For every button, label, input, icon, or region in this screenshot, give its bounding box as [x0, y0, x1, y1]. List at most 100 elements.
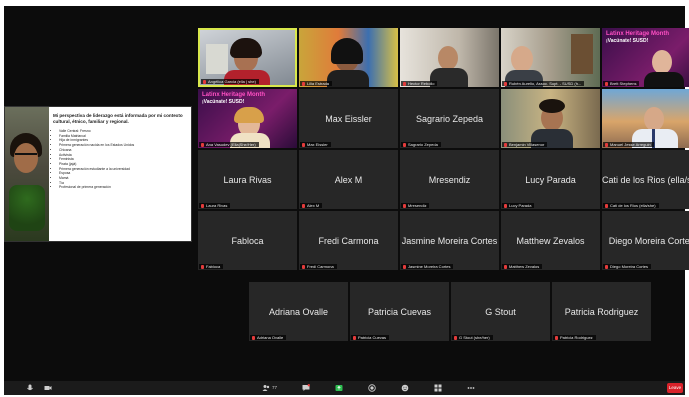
- participant-tile[interactable]: Latinx Heritage Month ¡Vacúnate! SUSD! Ana…: [198, 89, 297, 148]
- participant-tile[interactable]: Alex M Alex M: [299, 150, 398, 209]
- participant-tile[interactable]: Latinx Heritage Month ¡Vacúnate! SUSD! Bre…: [602, 28, 689, 87]
- more-icon[interactable]: [467, 384, 475, 392]
- muted-microphone-icon: [201, 265, 204, 269]
- participant-name-label: Patricia Cuevas: [351, 335, 390, 340]
- record-icon[interactable]: [368, 384, 376, 392]
- participant-name: Cati de los Rios (ella/she): [610, 203, 656, 208]
- participant-tile[interactable]: Cati de los Rios (ella/she Cati de los Ri…: [602, 150, 689, 209]
- muted-microphone-icon: [605, 265, 608, 269]
- video-banner-text: Latinx Heritage Month: [606, 31, 670, 37]
- participant-display-name: Jasmine Moreira Cortes: [401, 235, 498, 246]
- participant-display-name: Max Eissler: [325, 113, 372, 124]
- participant-name: Jasmine Moreira Cortes: [408, 264, 451, 269]
- muted-microphone-icon: [403, 265, 406, 269]
- participant-name: Brett Stephens: [610, 81, 637, 86]
- participant-name-label: Matthew Zevalos: [502, 264, 543, 269]
- muted-microphone-icon: [605, 204, 608, 208]
- participant-tile[interactable]: Hector Rebollo: [400, 28, 499, 87]
- participant-name: Rubén Aurelio, Assoc. Supt. - SUSD (h...: [509, 81, 582, 86]
- muted-microphone-icon: [504, 143, 507, 147]
- participant-name: Matthew Zevalos: [509, 264, 540, 269]
- participant-name: G Stout (she/her): [459, 335, 490, 340]
- participant-display-name: Lucy Parada: [525, 174, 576, 185]
- participant-tile[interactable]: Mresendiz Mresendiz: [400, 150, 499, 209]
- participant-name-label: Patricia Rodriguez: [553, 335, 596, 340]
- muted-microphone-icon: [302, 204, 305, 208]
- muted-microphone-icon: [605, 143, 608, 147]
- participants-icon[interactable]: [262, 384, 270, 392]
- participant-name-label: Manuel Jesse Arreguin: [603, 142, 654, 147]
- participant-name-label: Adriana Ovalle: [250, 335, 287, 340]
- shared-screen[interactable]: Mi perspectiva de liderazgo está informa…: [4, 106, 192, 242]
- participant-tile[interactable]: Jasmine Moreira Cortes Jasmine Moreira Co…: [400, 211, 499, 270]
- participant-name-label: Diego Moreira Cortes: [603, 264, 652, 269]
- zoom-meeting-window: Mi perspectiva de liderazgo está informa…: [0, 0, 689, 397]
- participant-tile[interactable]: Max Eissler Max Eissler: [299, 89, 398, 148]
- meeting-toolbar: 77 Leave: [4, 381, 685, 395]
- participant-display-name: Cati de los Rios (ella/she: [602, 174, 689, 185]
- reactions-icon[interactable]: [401, 384, 409, 392]
- participant-tile[interactable]: G Stout G Stout (she/her): [451, 282, 550, 341]
- participant-name-label: Rubén Aurelio, Assoc. Supt. - SUSD (h...: [502, 81, 585, 86]
- participant-tile[interactable]: Diego Moreira Cortes Diego Moreira Cortes: [602, 211, 689, 270]
- participant-display-name: Matthew Zevalos: [516, 235, 585, 246]
- participant-name-label: Fredi Carmona: [300, 264, 337, 269]
- participant-name-label: Angélica Garcia (ella | she): [201, 79, 259, 84]
- participant-display-name: Mresendiz: [428, 174, 471, 185]
- muted-microphone-icon: [403, 143, 406, 147]
- chat-icon[interactable]: [302, 384, 310, 392]
- participant-name-label: Cati de los Rios (ella/she): [603, 203, 659, 208]
- participant-display-name: Laura Rivas: [223, 174, 272, 185]
- participant-tile[interactable]: Sagrario Zepeda Sagrario Zepeda: [400, 89, 499, 148]
- participant-name-label: Hector Rebollo: [401, 81, 438, 86]
- participant-tile[interactable]: Angélica Garcia (ella | she): [198, 28, 297, 87]
- participant-tile[interactable]: Lucy Parada Lucy Parada: [501, 150, 600, 209]
- participant-name: Fredi Carmona: [307, 264, 334, 269]
- muted-microphone-icon: [201, 204, 204, 208]
- muted-microphone-icon: [403, 204, 406, 208]
- video-camera-icon[interactable]: [44, 384, 52, 392]
- leave-meeting-button[interactable]: Leave: [667, 383, 683, 393]
- participant-tile[interactable]: Fredi Carmona Fredi Carmona: [299, 211, 398, 270]
- participant-tile[interactable]: Rubén Aurelio, Assoc. Supt. - SUSD (h...: [501, 28, 600, 87]
- participant-display-name: G Stout: [485, 306, 516, 317]
- participant-name-label: Lilia Estrada: [300, 81, 333, 86]
- participant-display-name: Fabloca: [231, 235, 264, 246]
- muted-microphone-icon: [252, 336, 255, 340]
- apps-icon[interactable]: [434, 384, 442, 392]
- participant-name: Hector Rebollo: [408, 81, 435, 86]
- participant-tile[interactable]: Benjamin Villasenor: [501, 89, 600, 148]
- participant-display-name: Alex M: [334, 174, 363, 185]
- participant-tile[interactable]: Laura Rivas Laura Rivas: [198, 150, 297, 209]
- participant-display-name: Patricia Cuevas: [367, 306, 432, 317]
- participant-tile[interactable]: Fabloca Fabloca: [198, 211, 297, 270]
- participant-name-label: Mresendiz: [401, 203, 430, 208]
- participant-name: Laura Rivas: [206, 203, 228, 208]
- participant-name: Sagrario Zepeda: [408, 142, 438, 147]
- participant-name-label: Ana Vasudev (Ella|She/Her): [199, 142, 259, 147]
- participant-name-label: Lucy Parada: [502, 203, 535, 208]
- participant-display-name: Diego Moreira Cortes: [608, 235, 689, 246]
- participant-name: Fabloca: [206, 264, 221, 269]
- participant-display-name: Sagrario Zepeda: [415, 113, 484, 124]
- participant-tile[interactable]: Patricia Rodriguez Patricia Rodriguez: [552, 282, 651, 341]
- participant-name-label: Brett Stephens: [603, 81, 640, 86]
- video-banner-subtext: ¡Vacúnate! SUSD!: [606, 38, 649, 44]
- participant-display-name: Patricia Rodriguez: [564, 306, 639, 317]
- participant-tile[interactable]: Lilia Estrada: [299, 28, 398, 87]
- participant-tile[interactable]: Matthew Zevalos Matthew Zevalos: [501, 211, 600, 270]
- muted-microphone-icon: [302, 143, 305, 147]
- presenter-photo: [5, 107, 49, 241]
- participant-tile[interactable]: Patricia Cuevas Patricia Cuevas: [350, 282, 449, 341]
- muted-microphone-icon: [555, 336, 558, 340]
- slide-bullet-list: Valle Central: FresnoFamilia MatriarcalH…: [53, 129, 191, 190]
- participant-tile[interactable]: Manuel Jesse Arreguin: [602, 89, 689, 148]
- participant-name: Patricia Rodriguez: [560, 335, 593, 340]
- participant-name: Ana Vasudev (Ella|She/Her): [206, 142, 256, 147]
- share-screen-icon[interactable]: [335, 384, 343, 392]
- participant-tile[interactable]: Adriana Ovalle Adriana Ovalle: [249, 282, 348, 341]
- participant-name: Manuel Jesse Arreguin: [610, 142, 651, 147]
- participant-name-label: G Stout (she/her): [452, 335, 493, 340]
- microphone-icon[interactable]: [26, 384, 34, 392]
- slide-content: Mi perspectiva de liderazgo está informa…: [53, 113, 191, 190]
